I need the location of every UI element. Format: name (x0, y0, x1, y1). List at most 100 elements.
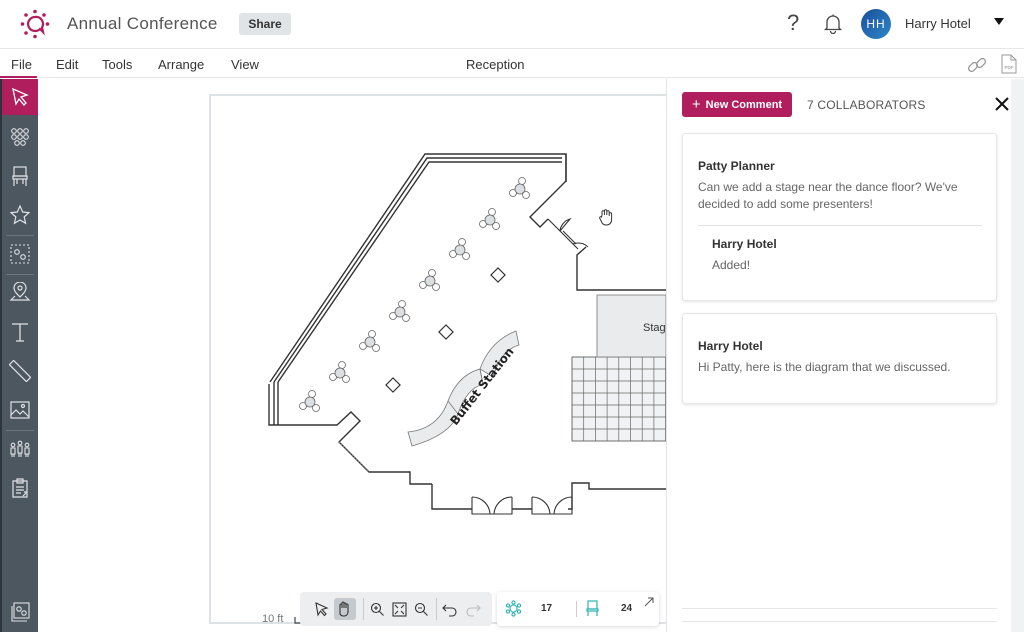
undo-icon (441, 604, 457, 617)
round-table[interactable] (389, 300, 410, 322)
tool-location[interactable] (2, 275, 38, 311)
zoom-in-icon (370, 602, 384, 616)
panel-divider (682, 621, 997, 622)
menu-bar: File Edit Tools Arrange View Reception P… (0, 50, 1024, 78)
help-icon[interactable]: ? (787, 10, 799, 36)
people-icon (10, 440, 30, 457)
app-window: Annual Conference Share ? HH Harry Hotel… (0, 0, 1024, 632)
chair[interactable] (368, 330, 376, 338)
toolbar-divider (363, 598, 364, 620)
toolbar-divider (436, 598, 437, 620)
layers-settings-icon (11, 602, 30, 622)
pdf-icon[interactable]: PDF (1001, 54, 1017, 74)
link-icon[interactable] (966, 55, 988, 75)
panel-scrollbar[interactable] (1011, 79, 1024, 632)
comment-thread[interactable]: Harry Hotel Hi Patty, here is the diagra… (682, 313, 997, 404)
canvas-toolbar (300, 592, 492, 626)
comments-panel: + New Comment 7 COLLABORATORS Patty Plan… (666, 79, 1011, 632)
tool-tables[interactable] (2, 119, 38, 155)
round-table[interactable] (479, 208, 500, 230)
table-top (484, 214, 496, 226)
stage-label: Stage (643, 322, 666, 334)
tool-groups[interactable] (2, 236, 38, 272)
close-icon[interactable] (993, 95, 1011, 113)
floorplan-drawing[interactable]: Stage Buffet Station (38, 79, 666, 632)
tool-attendees[interactable] (2, 431, 38, 467)
chair[interactable] (428, 269, 436, 277)
floorplan-canvas[interactable]: Stage Buffet Station 1 (38, 79, 666, 632)
round-table[interactable] (299, 390, 320, 412)
table-top (304, 396, 316, 408)
chair[interactable] (398, 300, 406, 308)
stage[interactable]: Stage (596, 294, 666, 358)
chair[interactable] (518, 177, 526, 185)
round-table[interactable] (329, 361, 350, 383)
cursor-arrow-icon (12, 87, 29, 106)
zoom-out-icon (414, 602, 428, 616)
menu-tools[interactable]: Tools (102, 57, 132, 72)
tool-favorites[interactable] (2, 197, 38, 233)
chair[interactable] (308, 390, 316, 398)
user-name[interactable]: Harry Hotel (905, 16, 971, 31)
tool-measure[interactable] (2, 353, 38, 389)
top-header: Annual Conference Share ? HH Harry Hotel (0, 0, 1024, 49)
chair[interactable] (338, 361, 346, 369)
ruler-icon (9, 360, 31, 382)
undo-button[interactable] (438, 598, 460, 620)
fit-to-screen-button[interactable] (388, 598, 410, 620)
dance-floor[interactable] (571, 356, 666, 442)
round-table[interactable] (509, 177, 530, 199)
collaborators-count[interactable]: 7 COLLABORATORS (807, 98, 926, 112)
round-table[interactable] (359, 330, 380, 352)
select-tool-button[interactable] (310, 598, 332, 620)
chair[interactable] (488, 208, 496, 216)
table-top (334, 367, 346, 379)
zoom-out-button[interactable] (410, 598, 432, 620)
menu-view[interactable]: View (231, 57, 259, 72)
user-menu-caret-icon[interactable] (994, 18, 1004, 25)
redo-button[interactable] (462, 598, 484, 620)
round-table[interactable] (449, 238, 470, 260)
menu-edit[interactable]: Edit (56, 57, 78, 72)
comment-text: Can we add a stage near the dance floor?… (698, 180, 958, 211)
text-icon (12, 323, 28, 342)
object-counts: 17 24 (497, 592, 659, 626)
reply-divider (698, 225, 982, 226)
notifications-bell-icon[interactable] (822, 12, 844, 34)
tool-text[interactable] (2, 314, 38, 350)
chair[interactable] (458, 238, 466, 246)
fit-screen-icon (391, 601, 407, 617)
table-count: 17 (541, 603, 553, 614)
left-toolbar (0, 79, 38, 632)
cocktail-table[interactable] (490, 267, 506, 283)
svg-text:PDF: PDF (1005, 65, 1014, 70)
zoom-in-button[interactable] (366, 598, 388, 620)
tool-settings[interactable] (2, 594, 38, 630)
tool-chairs[interactable] (2, 158, 38, 194)
comment-thread[interactable]: Patty Planner Can we add a stage near th… (682, 133, 997, 301)
reply-text: Added! (712, 258, 751, 272)
cocktail-table[interactable] (438, 324, 454, 340)
table-top (394, 306, 406, 318)
user-avatar[interactable]: HH (861, 9, 891, 39)
buffet-station[interactable]: Buffet Station (407, 330, 520, 447)
expand-icon[interactable] (644, 597, 654, 607)
share-button[interactable]: Share (239, 13, 291, 35)
cocktail-table[interactable] (385, 377, 401, 393)
round-table[interactable] (419, 269, 440, 291)
tool-select[interactable] (2, 79, 38, 115)
map-pin-icon (9, 282, 31, 301)
new-comment-button[interactable]: + New Comment (682, 92, 792, 117)
cursor-arrow-icon (314, 601, 329, 617)
tool-image[interactable] (2, 392, 38, 428)
menu-file[interactable]: File (11, 57, 32, 72)
pan-tool-button[interactable] (334, 598, 356, 620)
app-logo-icon[interactable] (20, 9, 50, 39)
tool-reports[interactable] (2, 470, 38, 506)
comment-author: Patty Planner (698, 159, 775, 173)
chair-icon (586, 600, 599, 616)
chair-icon (12, 166, 28, 186)
document-name: Reception (466, 57, 525, 72)
table-top (364, 336, 376, 348)
menu-arrange[interactable]: Arrange (158, 57, 204, 72)
